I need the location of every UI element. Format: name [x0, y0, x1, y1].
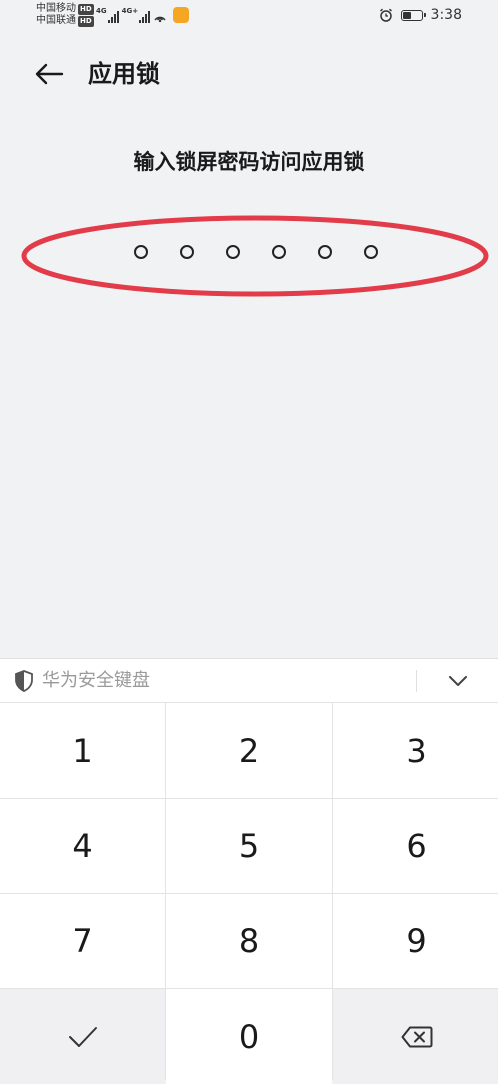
status-right: 3:38 [379, 7, 462, 23]
keyboard-brand: 华为安全键盘 [14, 667, 150, 695]
network-type-2: 4G+ [121, 7, 139, 15]
backspace-button[interactable] [333, 989, 498, 1084]
password-prompt: 输入锁屏密码访问应用锁 [133, 150, 365, 174]
pin-dot [180, 245, 194, 259]
network-indicators: 4G 4G+ [96, 7, 190, 23]
pin-dot [272, 245, 286, 259]
key-3[interactable]: 3 [333, 703, 498, 798]
pin-dot [134, 245, 148, 259]
key-9[interactable]: 9 [333, 894, 498, 988]
signal-strength-icon [107, 11, 119, 23]
key-4[interactable]: 4 [0, 799, 165, 893]
confirm-button[interactable] [0, 989, 165, 1084]
app-notification-icon [173, 7, 190, 23]
carrier-1-label: 中国移动 [36, 3, 76, 14]
key-0[interactable]: 0 [166, 989, 332, 1084]
pin-dot [318, 245, 332, 259]
keyboard-brand-label: 华为安全键盘 [42, 670, 150, 691]
back-arrow-icon [35, 63, 64, 85]
divider [416, 670, 417, 692]
back-button[interactable] [26, 54, 74, 94]
pin-dots [20, 212, 492, 292]
pin-entry-area [20, 212, 492, 304]
key-1[interactable]: 1 [0, 703, 165, 798]
keyboard-header: 华为安全键盘 [0, 658, 498, 702]
status-bar: 中国移动 HD 中国联通 HD 4G 4G+ 3:38 [0, 0, 498, 34]
signal-strength-icon [139, 11, 151, 23]
carrier-info: 中国移动 HD 中国联通 HD [36, 3, 94, 27]
alarm-icon [379, 8, 392, 22]
hotspot-icon [154, 16, 166, 23]
battery-icon [400, 9, 426, 21]
key-2[interactable]: 2 [166, 703, 332, 798]
backspace-icon [401, 1026, 432, 1047]
page-title: 应用锁 [88, 60, 160, 88]
pin-dot [364, 245, 378, 259]
key-8[interactable]: 8 [166, 894, 332, 988]
key-6[interactable]: 6 [333, 799, 498, 893]
network-type-1: 4G [96, 7, 107, 15]
clock: 3:38 [430, 7, 462, 23]
shield-icon [15, 670, 33, 692]
hd-badge: HD [78, 3, 94, 15]
chevron-down-icon [449, 676, 467, 686]
collapse-keyboard-button[interactable] [438, 667, 478, 695]
carrier-2-label: 中国联通 [36, 15, 76, 26]
key-5[interactable]: 5 [166, 799, 332, 893]
pin-dot [226, 245, 240, 259]
hd-badge: HD [78, 15, 94, 27]
numeric-keypad: 1 2 3 4 5 6 7 8 9 0 [0, 702, 498, 1084]
app-header: 应用锁 [0, 50, 498, 98]
key-7[interactable]: 7 [0, 894, 165, 988]
checkmark-icon [68, 1026, 97, 1047]
